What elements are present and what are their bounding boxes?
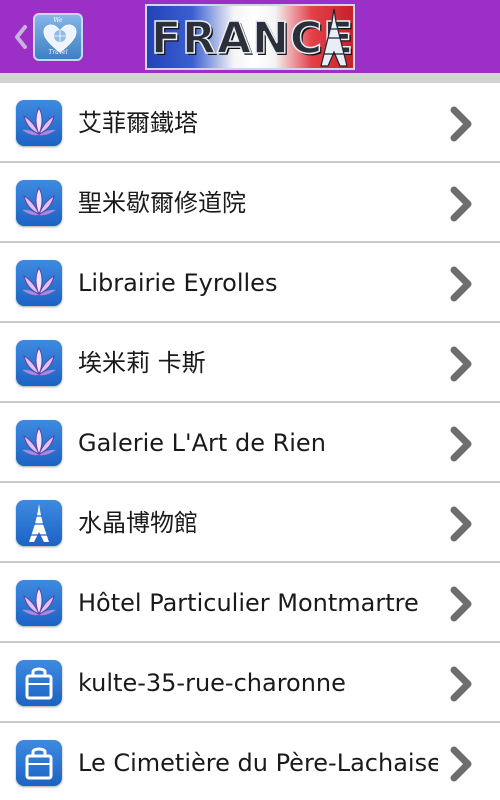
- list-item-label: Galerie L'Art de Rien: [78, 429, 326, 457]
- shopping-bag-icon: [16, 660, 62, 706]
- list-item-label: 水晶博物館: [78, 509, 198, 537]
- list-item-label: Le Cimetière du Père-Lachaise: [78, 749, 438, 777]
- page-title: FRANCE: [150, 12, 355, 65]
- eiffel-tower-icon: [320, 8, 348, 67]
- lotus-icon: [16, 260, 62, 306]
- list-item-label: kulte-35-rue-charonne: [78, 669, 346, 697]
- title-banner: FRANCE: [145, 4, 355, 70]
- chevron-left-icon[interactable]: [12, 22, 30, 52]
- lotus-icon: [16, 340, 62, 386]
- list-item[interactable]: kulte-35-rue-charonne: [0, 643, 500, 723]
- chevron-right-icon: [450, 106, 472, 142]
- list-item-label: 艾菲爾鐵塔: [78, 109, 198, 137]
- chevron-right-icon: [450, 266, 472, 302]
- list-item-label: 聖米歇爾修道院: [78, 189, 246, 217]
- lotus-icon: [16, 100, 62, 146]
- shopping-bag-icon: [16, 740, 62, 786]
- chevron-right-icon: [450, 586, 472, 622]
- list-item[interactable]: Hôtel Particulier Montmartre: [0, 563, 500, 643]
- lotus-icon: [16, 580, 62, 626]
- header-divider: [0, 73, 500, 83]
- list-item[interactable]: 艾菲爾鐵塔: [0, 83, 500, 163]
- eiffel-tower-icon: [16, 500, 62, 546]
- app-bar: We Travel FRANCE: [0, 0, 500, 73]
- list-item-label: Librairie Eyrolles: [78, 269, 278, 297]
- chevron-right-icon: [450, 746, 472, 782]
- app-logo[interactable]: We Travel: [33, 13, 83, 61]
- list-item[interactable]: 水晶博物館: [0, 483, 500, 563]
- lotus-icon: [16, 180, 62, 226]
- list-item[interactable]: 聖米歇爾修道院: [0, 163, 500, 243]
- chevron-right-icon: [450, 426, 472, 462]
- app-logo-bottom-text: Travel: [48, 49, 68, 56]
- list-item[interactable]: 埃米莉 卡斯: [0, 323, 500, 403]
- list-item-label: 埃米莉 卡斯: [78, 349, 206, 377]
- chevron-right-icon: [450, 666, 472, 702]
- chevron-right-icon: [450, 346, 472, 382]
- chevron-right-icon: [450, 186, 472, 222]
- attraction-list: 艾菲爾鐵塔 聖米歇爾修道院 Librairie Eyrolles 埃米莉 卡斯 …: [0, 83, 500, 800]
- list-item-label: Hôtel Particulier Montmartre: [78, 589, 419, 617]
- chevron-right-icon: [450, 506, 472, 542]
- list-item[interactable]: Librairie Eyrolles: [0, 243, 500, 323]
- list-item[interactable]: Le Cimetière du Père-Lachaise: [0, 723, 500, 800]
- lotus-icon: [16, 420, 62, 466]
- list-item[interactable]: Galerie L'Art de Rien: [0, 403, 500, 483]
